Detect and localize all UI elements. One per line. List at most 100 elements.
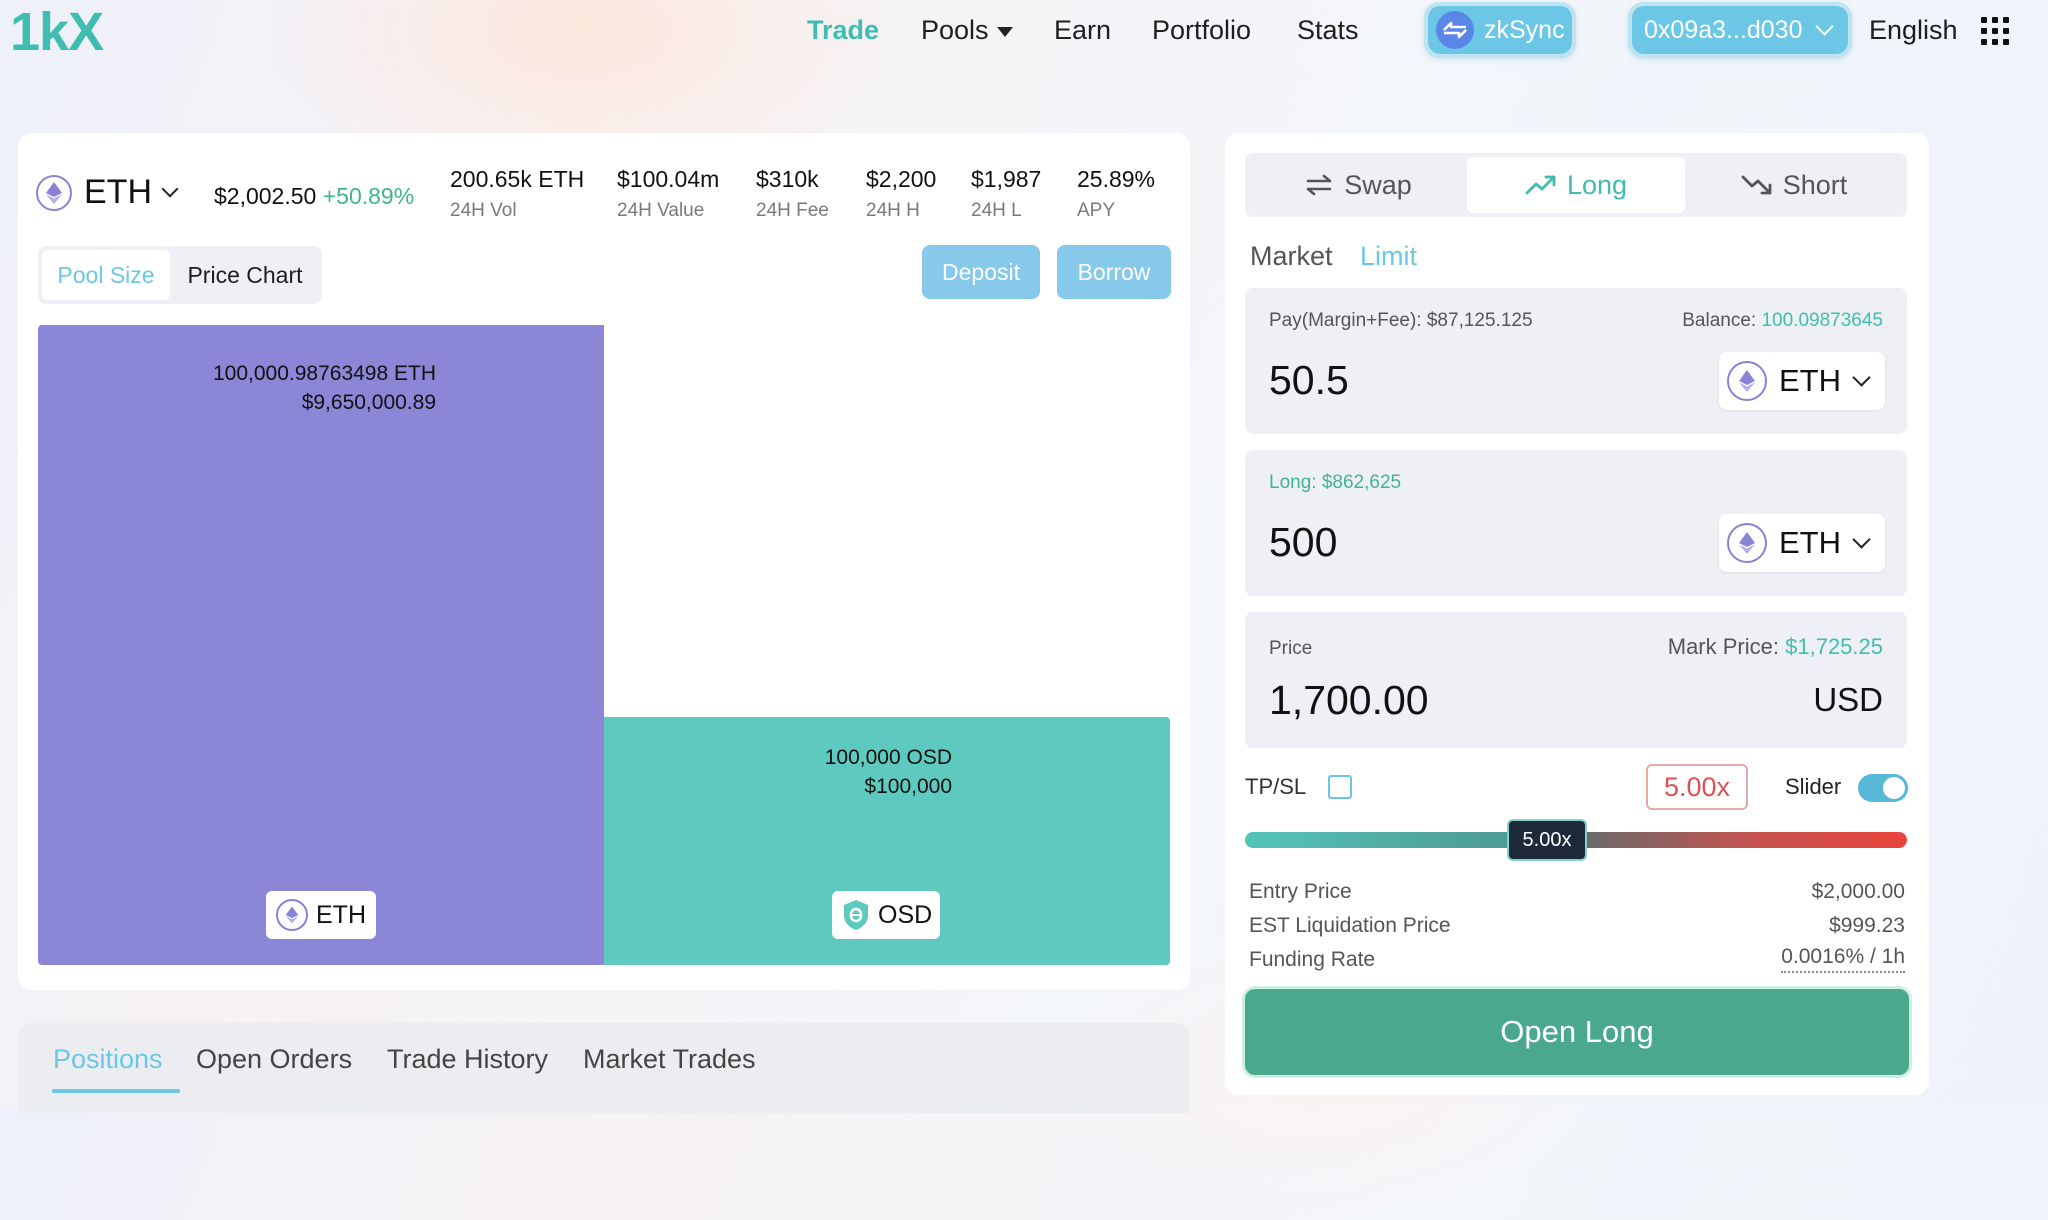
view-toggle: Pool Size Price Chart [38,246,322,304]
stat-value: 200.65k ETH [450,166,585,192]
trade-panel: Swap Long Short Market Limit Pay(Margin+… [1225,133,1929,1095]
info-label: EST Liquidation Price [1249,914,1451,937]
stat-label: 24H L [971,200,1022,221]
balance-value: 100.09873645 [1761,310,1883,331]
nav-portfolio[interactable]: Portfolio [1152,10,1251,50]
caret-down-icon [996,26,1013,37]
info-label: Funding Rate [1249,948,1376,971]
tpsl-checkbox[interactable] [1328,775,1352,799]
pay-label: Pay(Margin+Fee): $87,125.125 [1269,310,1533,331]
language-selector[interactable]: English [1869,10,1958,50]
open-long-button[interactable]: Open Long [1245,989,1909,1075]
mark-price-value: $1,725.25 [1785,634,1883,659]
borrow-button[interactable]: Borrow [1057,245,1171,299]
tab-positions[interactable]: Positions [53,1039,163,1079]
stat-label: APY [1077,200,1116,221]
long-label: Long: $862,625 [1269,472,1402,493]
stat-24h-low: $1,987 24H L [971,163,1041,227]
stat-24h-value: $100.04m 24H Value [617,163,719,227]
network-selector[interactable]: zkSync [1424,2,1576,58]
stat-label: 24H Value [617,200,705,221]
stat-label: 24H H [866,200,920,221]
tab-open-orders[interactable]: Open Orders [196,1039,352,1079]
pay-amount-input[interactable]: 50.5 [1269,356,1349,404]
info-label: Entry Price [1249,880,1352,903]
info-value[interactable]: 0.0016% / 1h [1781,943,1905,973]
trend-up-icon [1525,175,1556,195]
stat-label: 24H Fee [756,200,829,221]
long-token-selector[interactable]: ETH [1719,514,1885,572]
pay-box: Pay(Margin+Fee): $87,125.125 Balance: 10… [1245,288,1907,434]
info-value: $999.23 [1829,914,1905,937]
leverage-input[interactable]: 5.00x [1646,764,1748,810]
pay-token-selector[interactable]: ETH [1719,352,1885,410]
eth-icon [1727,523,1767,563]
tab-short[interactable]: Short [1685,157,1903,213]
info-value: $2,000.00 [1811,880,1905,903]
pool-bar-eth: 100,000.98763498 ETH $9,650,000.89 ETH [38,325,604,965]
chevron-down-icon [1852,529,1871,549]
eth-icon [276,899,308,931]
long-box: Long: $862,625 500 ETH [1245,450,1907,596]
nav-earn[interactable]: Earn [1054,10,1111,50]
network-label: zkSync [1484,15,1565,44]
market-symbol: ETH [84,173,152,211]
tab-swap-label: Swap [1344,169,1412,200]
market-token-selector[interactable]: ETH [36,173,179,212]
stat-value: $2,200 [866,166,937,192]
nav-pools[interactable]: Pools [921,10,1013,50]
stat-apy: 25.89% APY [1077,163,1155,227]
tab-pool-size[interactable]: Pool Size [42,250,170,300]
balance-label: Balance: [1682,310,1757,331]
info-liquidation-price: EST Liquidation Price $999.23 [1249,909,1905,943]
slider-label: Slider [1785,774,1842,799]
osd-shield-icon [842,899,870,931]
tab-long[interactable]: Long [1467,157,1685,213]
pool-eth-usd: $9,650,000.89 [301,391,436,414]
long-token: ETH [1779,525,1841,560]
deposit-button[interactable]: Deposit [922,245,1040,299]
leverage-slider-thumb[interactable]: 5.00x [1507,819,1587,861]
stat-value: $1,987 [971,166,1042,192]
nav-stats[interactable]: Stats [1297,10,1359,50]
wallet-button[interactable]: 0x09a3...d030 [1628,2,1852,58]
stat-24h-high: $2,200 24H H [866,163,936,227]
eth-icon [1727,361,1767,401]
slider-toggle[interactable] [1858,774,1908,802]
tab-price-chart[interactable]: Price Chart [172,250,318,300]
apps-grid-icon[interactable] [1981,17,2011,47]
mark-price: Mark Price: $1,725.25 [1668,634,1883,660]
wallet-address: 0x09a3...d030 [1644,15,1803,44]
tab-market-trades[interactable]: Market Trades [583,1039,756,1079]
pool-osd-usd: $100,000 [864,775,952,798]
active-tab-indicator [52,1089,180,1093]
nav-trade[interactable]: Trade [807,10,879,50]
price-box: Price Mark Price: $1,725.25 1,700.00 USD [1245,612,1907,748]
price-unit: USD [1813,681,1883,718]
swap-icon [1306,174,1332,196]
info-funding-rate: Funding Rate 0.0016% / 1h [1249,943,1905,977]
stat-24h-vol: 200.65k ETH 24H Vol [450,163,584,227]
app-logo[interactable]: 1kX [10,2,104,62]
tab-long-label: Long [1566,169,1628,200]
chevron-down-icon [161,180,179,197]
stat-label: 24H Vol [450,200,517,221]
long-amount-input[interactable]: 500 [1269,518,1337,566]
price-input[interactable]: 1,700.00 [1269,676,1429,724]
stat-value: $310k [756,166,819,192]
pool-osd-token: OSD [878,900,933,929]
tab-swap[interactable]: Swap [1249,157,1467,213]
order-type-market[interactable]: Market [1250,236,1333,276]
balance: Balance: 100.09873645 [1682,310,1883,332]
chevron-down-icon [1815,16,1835,36]
price-change: +50.89% [322,183,415,209]
stat-value: 25.89% [1077,166,1156,192]
order-type-limit[interactable]: Limit [1360,236,1417,276]
market-price: $2,002.50 +50.89% [214,183,414,210]
pool-eth-token: ETH [316,900,366,929]
zksync-icon [1436,11,1474,49]
tab-trade-history[interactable]: Trade History [387,1039,548,1079]
chevron-down-icon [1852,367,1871,387]
trend-down-icon [1741,175,1772,195]
info-entry-price: Entry Price $2,000.00 [1249,875,1905,909]
